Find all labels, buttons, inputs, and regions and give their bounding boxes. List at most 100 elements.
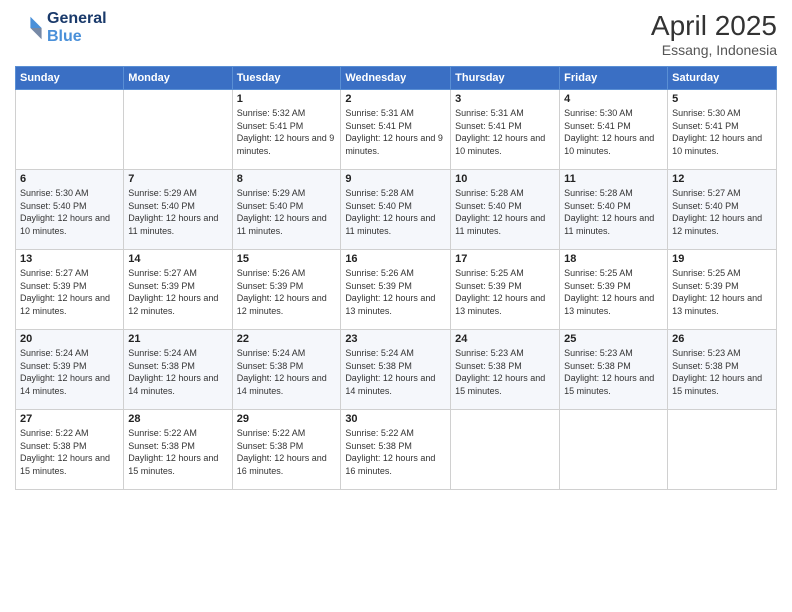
calendar-cell: 28 Sunrise: 5:22 AMSunset: 5:38 PMDaylig… [124, 410, 232, 490]
calendar-cell: 12 Sunrise: 5:27 AMSunset: 5:40 PMDaylig… [668, 170, 777, 250]
day-detail: Sunrise: 5:22 AMSunset: 5:38 PMDaylight:… [345, 427, 446, 477]
calendar-cell: 26 Sunrise: 5:23 AMSunset: 5:38 PMDaylig… [668, 330, 777, 410]
day-number: 8 [237, 173, 337, 185]
month-title: April 2025 [651, 10, 777, 42]
day-number: 23 [345, 333, 446, 345]
day-detail: Sunrise: 5:23 AMSunset: 5:38 PMDaylight:… [455, 347, 555, 397]
calendar-cell: 11 Sunrise: 5:28 AMSunset: 5:40 PMDaylig… [560, 170, 668, 250]
col-thursday: Thursday [451, 67, 560, 90]
day-detail: Sunrise: 5:23 AMSunset: 5:38 PMDaylight:… [564, 347, 663, 397]
day-detail: Sunrise: 5:27 AMSunset: 5:39 PMDaylight:… [128, 267, 227, 317]
day-number: 27 [20, 413, 119, 425]
col-tuesday: Tuesday [232, 67, 341, 90]
day-number: 10 [455, 173, 555, 185]
calendar-week-1: 1 Sunrise: 5:32 AMSunset: 5:41 PMDayligh… [16, 90, 777, 170]
calendar-cell: 5 Sunrise: 5:30 AMSunset: 5:41 PMDayligh… [668, 90, 777, 170]
col-saturday: Saturday [668, 67, 777, 90]
day-number: 20 [20, 333, 119, 345]
day-number: 29 [237, 413, 337, 425]
day-number: 28 [128, 413, 227, 425]
day-number: 7 [128, 173, 227, 185]
col-wednesday: Wednesday [341, 67, 451, 90]
calendar-cell: 29 Sunrise: 5:22 AMSunset: 5:38 PMDaylig… [232, 410, 341, 490]
day-detail: Sunrise: 5:26 AMSunset: 5:39 PMDaylight:… [237, 267, 337, 317]
title-section: April 2025 Essang, Indonesia [651, 10, 777, 58]
day-detail: Sunrise: 5:32 AMSunset: 5:41 PMDaylight:… [237, 107, 337, 157]
col-friday: Friday [560, 67, 668, 90]
day-detail: Sunrise: 5:22 AMSunset: 5:38 PMDaylight:… [20, 427, 119, 477]
day-number: 12 [672, 173, 772, 185]
calendar-table: Sunday Monday Tuesday Wednesday Thursday… [15, 66, 777, 490]
day-detail: Sunrise: 5:24 AMSunset: 5:38 PMDaylight:… [237, 347, 337, 397]
day-number: 30 [345, 413, 446, 425]
day-detail: Sunrise: 5:24 AMSunset: 5:38 PMDaylight:… [345, 347, 446, 397]
calendar-cell: 17 Sunrise: 5:25 AMSunset: 5:39 PMDaylig… [451, 250, 560, 330]
day-number: 17 [455, 253, 555, 265]
calendar-header: Sunday Monday Tuesday Wednesday Thursday… [16, 67, 777, 90]
day-detail: Sunrise: 5:30 AMSunset: 5:40 PMDaylight:… [20, 187, 119, 237]
calendar-cell: 7 Sunrise: 5:29 AMSunset: 5:40 PMDayligh… [124, 170, 232, 250]
calendar-cell: 21 Sunrise: 5:24 AMSunset: 5:38 PMDaylig… [124, 330, 232, 410]
day-detail: Sunrise: 5:25 AMSunset: 5:39 PMDaylight:… [672, 267, 772, 317]
calendar-cell: 13 Sunrise: 5:27 AMSunset: 5:39 PMDaylig… [16, 250, 124, 330]
calendar-cell: 1 Sunrise: 5:32 AMSunset: 5:41 PMDayligh… [232, 90, 341, 170]
day-detail: Sunrise: 5:25 AMSunset: 5:39 PMDaylight:… [564, 267, 663, 317]
calendar-cell: 19 Sunrise: 5:25 AMSunset: 5:39 PMDaylig… [668, 250, 777, 330]
day-number: 6 [20, 173, 119, 185]
calendar-cell: 14 Sunrise: 5:27 AMSunset: 5:39 PMDaylig… [124, 250, 232, 330]
logo-icon [15, 14, 43, 42]
day-detail: Sunrise: 5:26 AMSunset: 5:39 PMDaylight:… [345, 267, 446, 317]
day-number: 16 [345, 253, 446, 265]
day-number: 1 [237, 93, 337, 105]
logo-text: General Blue [47, 10, 107, 46]
day-detail: Sunrise: 5:31 AMSunset: 5:41 PMDaylight:… [455, 107, 555, 157]
calendar-cell: 22 Sunrise: 5:24 AMSunset: 5:38 PMDaylig… [232, 330, 341, 410]
day-number: 19 [672, 253, 772, 265]
calendar-cell [16, 90, 124, 170]
calendar-cell: 4 Sunrise: 5:30 AMSunset: 5:41 PMDayligh… [560, 90, 668, 170]
day-detail: Sunrise: 5:27 AMSunset: 5:39 PMDaylight:… [20, 267, 119, 317]
day-detail: Sunrise: 5:24 AMSunset: 5:38 PMDaylight:… [128, 347, 227, 397]
logo: General Blue [15, 10, 107, 46]
day-number: 25 [564, 333, 663, 345]
calendar-cell [451, 410, 560, 490]
calendar-cell [560, 410, 668, 490]
calendar-cell: 9 Sunrise: 5:28 AMSunset: 5:40 PMDayligh… [341, 170, 451, 250]
calendar-cell: 8 Sunrise: 5:29 AMSunset: 5:40 PMDayligh… [232, 170, 341, 250]
calendar-cell: 16 Sunrise: 5:26 AMSunset: 5:39 PMDaylig… [341, 250, 451, 330]
day-number: 4 [564, 93, 663, 105]
calendar-cell: 25 Sunrise: 5:23 AMSunset: 5:38 PMDaylig… [560, 330, 668, 410]
col-sunday: Sunday [16, 67, 124, 90]
day-number: 18 [564, 253, 663, 265]
day-detail: Sunrise: 5:30 AMSunset: 5:41 PMDaylight:… [672, 107, 772, 157]
day-number: 15 [237, 253, 337, 265]
day-number: 13 [20, 253, 119, 265]
day-detail: Sunrise: 5:29 AMSunset: 5:40 PMDaylight:… [237, 187, 337, 237]
day-number: 24 [455, 333, 555, 345]
day-number: 5 [672, 93, 772, 105]
calendar-cell: 23 Sunrise: 5:24 AMSunset: 5:38 PMDaylig… [341, 330, 451, 410]
day-detail: Sunrise: 5:31 AMSunset: 5:41 PMDaylight:… [345, 107, 446, 157]
header: General Blue April 2025 Essang, Indonesi… [15, 10, 777, 58]
day-detail: Sunrise: 5:27 AMSunset: 5:40 PMDaylight:… [672, 187, 772, 237]
calendar-cell: 6 Sunrise: 5:30 AMSunset: 5:40 PMDayligh… [16, 170, 124, 250]
calendar-cell [124, 90, 232, 170]
calendar-cell: 10 Sunrise: 5:28 AMSunset: 5:40 PMDaylig… [451, 170, 560, 250]
day-number: 2 [345, 93, 446, 105]
calendar-cell: 2 Sunrise: 5:31 AMSunset: 5:41 PMDayligh… [341, 90, 451, 170]
day-detail: Sunrise: 5:28 AMSunset: 5:40 PMDaylight:… [455, 187, 555, 237]
calendar-cell: 3 Sunrise: 5:31 AMSunset: 5:41 PMDayligh… [451, 90, 560, 170]
day-detail: Sunrise: 5:24 AMSunset: 5:39 PMDaylight:… [20, 347, 119, 397]
calendar-body: 1 Sunrise: 5:32 AMSunset: 5:41 PMDayligh… [16, 90, 777, 490]
calendar-cell: 20 Sunrise: 5:24 AMSunset: 5:39 PMDaylig… [16, 330, 124, 410]
calendar-cell: 18 Sunrise: 5:25 AMSunset: 5:39 PMDaylig… [560, 250, 668, 330]
day-number: 9 [345, 173, 446, 185]
calendar-week-5: 27 Sunrise: 5:22 AMSunset: 5:38 PMDaylig… [16, 410, 777, 490]
day-number: 14 [128, 253, 227, 265]
calendar-cell: 24 Sunrise: 5:23 AMSunset: 5:38 PMDaylig… [451, 330, 560, 410]
location-subtitle: Essang, Indonesia [651, 42, 777, 58]
day-detail: Sunrise: 5:30 AMSunset: 5:41 PMDaylight:… [564, 107, 663, 157]
day-detail: Sunrise: 5:28 AMSunset: 5:40 PMDaylight:… [564, 187, 663, 237]
day-detail: Sunrise: 5:22 AMSunset: 5:38 PMDaylight:… [237, 427, 337, 477]
col-monday: Monday [124, 67, 232, 90]
